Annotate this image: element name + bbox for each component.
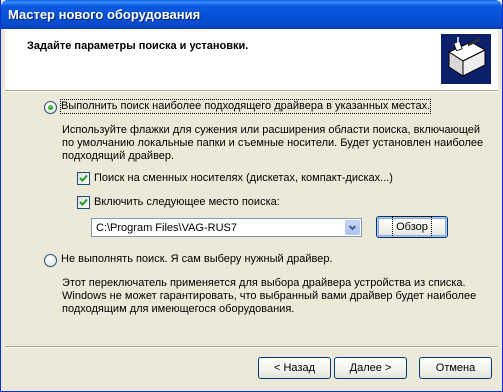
next-button-label: Далее > [349, 362, 392, 374]
manual-description-line-2: Windows не может гарантировать, что выбр… [62, 290, 477, 302]
header-title: Задайте параметры поиска и установки. [27, 40, 249, 52]
checkbox-removable-media[interactable] [77, 172, 90, 185]
footer-separator [5, 346, 498, 348]
window-title: Мастер нового оборудования [8, 7, 201, 22]
radio-selected-dot [48, 105, 53, 110]
wizard-header: Задайте параметры поиска и установки. [5, 29, 498, 90]
search-path-combobox[interactable]: C:\Program Files\VAG-RUS7 [91, 218, 362, 237]
search-description-line-1: Используйте флажки для сужения или расши… [62, 124, 481, 136]
radio-search-option[interactable] [44, 101, 57, 114]
back-button-label: < Назад [274, 362, 315, 374]
radio-manual-option[interactable] [44, 254, 57, 267]
combobox-dropdown-button[interactable] [345, 220, 360, 235]
checkmark-icon [79, 174, 88, 182]
radio-search-label[interactable]: Выполнить поиск наиболее подходящего дра… [59, 99, 432, 114]
search-description-line-2: по умолчанию локальные папки и съемные н… [62, 137, 484, 149]
checkbox-include-label[interactable]: Включить следующее место поиска: [94, 196, 280, 209]
search-path-value: C:\Program Files\VAG-RUS7 [96, 222, 237, 234]
hardware-wizard-icon [441, 34, 491, 84]
radio-manual-label[interactable]: Не выполнять поиск. Я сам выберу нужный … [61, 253, 333, 266]
title-bar[interactable]: Мастер нового оборудования [1, 0, 502, 29]
checkmark-icon [79, 198, 88, 206]
cancel-button[interactable]: Отмена [419, 357, 492, 379]
browse-button[interactable]: Обзор [376, 216, 448, 238]
checkbox-removable-label[interactable]: Поиск на сменных носителях (дискетах, ко… [94, 172, 393, 185]
wizard-window: Мастер нового оборудования Задайте парам… [0, 0, 503, 392]
manual-description-line-3: подходящим для имеющегося оборудования. [62, 303, 295, 315]
back-button[interactable]: < Назад [258, 357, 331, 379]
cancel-button-label: Отмена [435, 362, 476, 374]
next-button[interactable]: Далее > [334, 357, 407, 379]
chevron-down-icon [348, 225, 357, 231]
browse-button-label: Обзор [392, 216, 432, 238]
search-description-line-3: подходящий драйвер. [62, 150, 175, 162]
header-separator [5, 90, 498, 92]
checkbox-include-location[interactable] [77, 196, 90, 209]
manual-description-line-1: Этот переключатель применяется для выбор… [62, 277, 466, 289]
